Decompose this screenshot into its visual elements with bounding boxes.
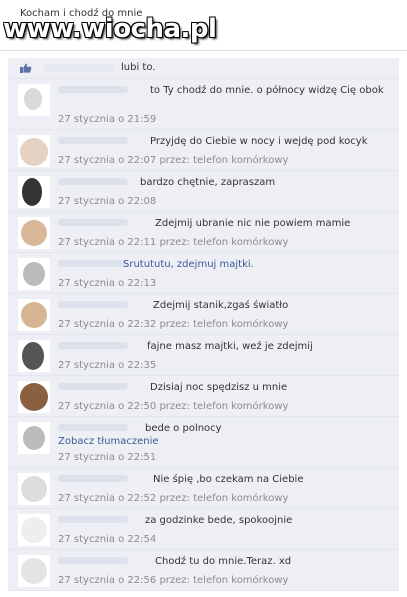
comment-via: przez: telefon komórkowy (159, 155, 289, 166)
likes-bar: lubi to. (8, 58, 399, 79)
comment-text: Dzisiaj noc spędzisz u mnie (150, 382, 288, 393)
avatar[interactable] (18, 176, 50, 208)
comment-text: to Ty chodź do mnie. o północy widzę Cię… (150, 85, 384, 96)
comment-item: to Ty chodź do mnie. o północy widzę Cię… (8, 79, 399, 130)
avatar[interactable] (18, 135, 50, 167)
see-translation-link[interactable]: Zobacz tłumaczenie (58, 435, 391, 448)
comment-meta: 27 stycznia o 21:59 (58, 114, 156, 125)
comment-body: Srutututu, zdejmuj majtki. (58, 258, 391, 271)
comment-meta: 27 stycznia o 22:35 (58, 360, 156, 371)
comment-item: bardzo chętnie, zapraszam 27 stycznia o … (8, 171, 399, 212)
comment-meta: 27 stycznia o 22:11 przez: telefon komór… (58, 237, 288, 248)
comment-body: za godzinke bede, spokoojnie (58, 514, 391, 527)
comment-body: to Ty chodź do mnie. o północy widzę Cię… (58, 84, 391, 97)
comment-item: Chodź tu do mnie.Teraz. xd 27 stycznia o… (8, 550, 399, 591)
comment-text: Przyjdę do Ciebie w nocy i wejdę pod koc… (150, 136, 368, 147)
liker-name-blurred[interactable] (44, 64, 114, 72)
comment-time[interactable]: 27 stycznia o 22:50 (58, 401, 156, 412)
comment-text: fajne masz majtki, weź je zdejmij (147, 341, 313, 352)
comment-text: Chodź tu do mnie.Teraz. xd (155, 556, 292, 567)
comment-text: Zdejmij ubranie nic nie powiem mamie (155, 218, 351, 229)
comment-body: Zdejmij stanik,zgaś światło (58, 299, 391, 312)
comment-item: fajne masz majtki, weź je zdejmij 27 sty… (8, 335, 399, 376)
comment-body: Przyjdę do Ciebie w nocy i wejdę pod koc… (58, 135, 391, 148)
comment-meta: 27 stycznia o 22:07 przez: telefon komór… (58, 155, 288, 166)
comment-time[interactable]: 27 stycznia o 22:56 (58, 575, 156, 586)
comment-meta: 27 stycznia o 22:32 przez: telefon komór… (58, 319, 288, 330)
comment-time[interactable]: 27 stycznia o 22:11 (58, 237, 156, 248)
comment-body: bede o polnocy Zobacz tłumaczenie (58, 422, 391, 448)
comment-list: to Ty chodź do mnie. o północy widzę Cię… (8, 79, 399, 591)
likes-text: lubi to. (121, 62, 156, 73)
comment-body: Chodź tu do mnie.Teraz. xd (58, 555, 391, 568)
comment-time[interactable]: 27 stycznia o 22:54 (58, 534, 156, 545)
comment-meta: 27 stycznia o 22:51 (58, 452, 156, 463)
avatar[interactable] (18, 514, 50, 546)
comment-text: za godzinke bede, spokoojnie (145, 515, 293, 526)
comment-meta: 27 stycznia o 22:54 (58, 534, 156, 545)
comment-body: bardzo chętnie, zapraszam (58, 176, 391, 189)
comment-time[interactable]: 27 stycznia o 22:08 (58, 196, 156, 207)
divider (0, 50, 407, 51)
comment-via: przez: telefon komórkowy (159, 237, 289, 248)
comment-text: bede o polnocy (145, 423, 222, 434)
thumbs-up-icon[interactable] (20, 63, 32, 73)
comment-item: Przyjdę do Ciebie w nocy i wejdę pod koc… (8, 130, 399, 171)
comment-body: Dzisiaj noc spędzisz u mnie (58, 381, 391, 394)
top-bar: Kocham i chodź do mnie www.wiocha.pl (0, 0, 407, 52)
comment-item: Srutututu, zdejmuj majtki. 27 stycznia o… (8, 253, 399, 294)
avatar[interactable] (18, 84, 50, 116)
comment-text: Srutututu, zdejmuj majtki. (123, 259, 254, 270)
avatar[interactable] (18, 258, 50, 290)
comment-time[interactable]: 27 stycznia o 22:07 (58, 155, 156, 166)
comment-via: przez: telefon komórkowy (159, 319, 289, 330)
comment-meta: 27 stycznia o 22:50 przez: telefon komór… (58, 401, 288, 412)
comment-time[interactable]: 27 stycznia o 22:52 (58, 493, 156, 504)
comment-text: Zdejmij stanik,zgaś światło (153, 300, 289, 311)
avatar[interactable] (18, 555, 50, 587)
comment-item: Zdejmij ubranie nic nie powiem mamie 27 … (8, 212, 399, 253)
comment-time[interactable]: 27 stycznia o 22:51 (58, 452, 156, 463)
comment-via: przez: telefon komórkowy (159, 493, 289, 504)
avatar[interactable] (18, 299, 50, 331)
comment-via: przez: telefon komórkowy (159, 401, 289, 412)
avatar[interactable] (18, 340, 50, 372)
comment-time[interactable]: 27 stycznia o 22:13 (58, 278, 156, 289)
comment-time[interactable]: 27 stycznia o 21:59 (58, 114, 156, 125)
comment-item: Nie śpię ,bo czekam na Ciebie 27 styczni… (8, 468, 399, 509)
watermark: www.wiocha.pl (3, 14, 217, 44)
comment-item: za godzinke bede, spokoojnie 27 stycznia… (8, 509, 399, 550)
comment-time[interactable]: 27 stycznia o 22:32 (58, 319, 156, 330)
comment-body: Nie śpię ,bo czekam na Ciebie (58, 473, 391, 486)
comment-meta: 27 stycznia o 22:56 przez: telefon komór… (58, 575, 288, 586)
comment-meta: 27 stycznia o 22:52 przez: telefon komór… (58, 493, 288, 504)
comment-via: przez: telefon komórkowy (159, 575, 289, 586)
comment-text: bardzo chętnie, zapraszam (140, 177, 276, 188)
avatar[interactable] (18, 422, 50, 454)
avatar[interactable] (18, 473, 50, 505)
comment-body: Zdejmij ubranie nic nie powiem mamie (58, 217, 391, 230)
comment-body: fajne masz majtki, weź je zdejmij (58, 340, 391, 353)
comment-item: Dzisiaj noc spędzisz u mnie 27 stycznia … (8, 376, 399, 417)
comment-item: Zdejmij stanik,zgaś światło 27 stycznia … (8, 294, 399, 335)
comment-text: Nie śpię ,bo czekam na Ciebie (153, 474, 304, 485)
avatar[interactable] (18, 217, 50, 249)
comment-item: bede o polnocy Zobacz tłumaczenie 27 sty… (8, 417, 399, 468)
avatar[interactable] (18, 381, 50, 413)
comment-meta: 27 stycznia o 22:08 (58, 196, 156, 207)
comment-meta: 27 stycznia o 22:13 (58, 278, 156, 289)
comment-time[interactable]: 27 stycznia o 22:35 (58, 360, 156, 371)
